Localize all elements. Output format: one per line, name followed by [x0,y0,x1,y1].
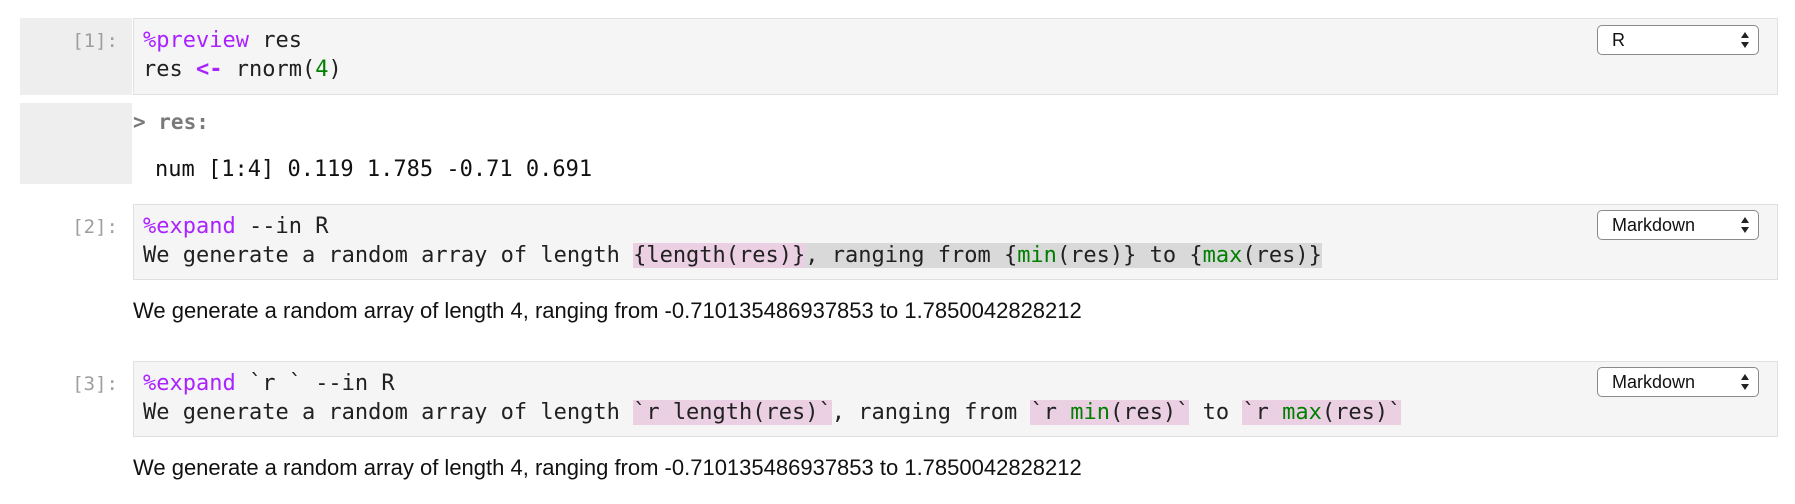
output-value: num [1:4] 0.119 1.785 -0.71 0.691 [155,157,593,182]
code-text: We generate a random array of length [143,400,634,425]
cell-1-prompt: [1]: [72,30,118,52]
cell-1-output-gutter [20,103,132,184]
cell-1-code-editor[interactable]: %preview res res <- rnorm(4) R [133,18,1778,95]
kernel-select-value: Markdown [1612,372,1696,392]
code-text: We generate a random array of length [143,243,634,268]
code-line: res <- rnorm(4) [143,55,342,84]
cell-2-code-editor[interactable]: %expand --in R We generate a random arra… [133,204,1778,280]
inline-r-expression: `r length(res)` [633,400,832,425]
inline-r-expression: `r min(res)` [1030,400,1190,425]
kernel-select-value: R [1612,30,1625,50]
cell-2-prompt: [2]: [72,216,118,238]
function-name: max [1282,400,1322,425]
code-text: res [143,57,196,82]
cell-3-prompt: [3]: [72,373,118,395]
code-text: `r [1030,400,1071,425]
select-arrows-icon [1741,374,1749,390]
cell-2-kernel-select[interactable]: Markdown [1597,210,1759,240]
code-text: (res)` [1109,400,1190,425]
cell-3-kernel-select[interactable]: Markdown [1597,367,1759,397]
inline-r-expression: `r max(res)` [1242,400,1402,425]
code-text: (res)} to { [1056,243,1203,268]
code-text: `r ` --in R [235,371,395,396]
code-line: %preview res [143,26,302,55]
code-text: res [248,28,302,53]
code-text: (res)} [1242,243,1322,268]
code-line: We generate a random array of length `r … [143,398,1402,427]
expand-token-group: , ranging from {min(res)} to {max(res)} [805,243,1322,268]
magic-keyword: %expand [143,214,236,239]
code-text: , ranging from { [805,243,1018,268]
kernel-select-value: Markdown [1612,215,1696,235]
cell-3-code-editor[interactable]: %expand `r ` --in R We generate a random… [133,361,1778,437]
magic-keyword: %expand [143,371,236,396]
number-literal: 4 [315,57,329,82]
code-text: , ranging from [831,400,1031,425]
code-text: ) [328,57,342,82]
code-text: to [1189,400,1243,425]
function-name: min [1017,243,1057,268]
code-line: %expand `r ` --in R [143,369,395,398]
cell-1-kernel-select[interactable]: R [1597,25,1759,55]
code-text: rnorm( [222,57,316,82]
cell-2-rendered-markdown: We generate a random array of length 4, … [133,298,1082,323]
function-name: max [1202,243,1243,268]
code-text: `r [1242,400,1283,425]
cell-3-rendered-markdown: We generate a random array of length 4, … [133,455,1082,480]
expand-token: {length(res)} [633,243,806,268]
select-arrows-icon [1741,217,1749,233]
code-line: %expand --in R [143,212,328,241]
function-name: min [1070,400,1110,425]
code-text: (res)` [1321,400,1402,425]
code-line: We generate a random array of length {le… [143,241,1322,270]
select-arrows-icon [1741,32,1749,48]
magic-keyword: %preview [143,28,249,53]
output-header: > res: [133,110,209,134]
assign-operator: <- [195,57,223,82]
code-text: --in R [235,214,329,239]
